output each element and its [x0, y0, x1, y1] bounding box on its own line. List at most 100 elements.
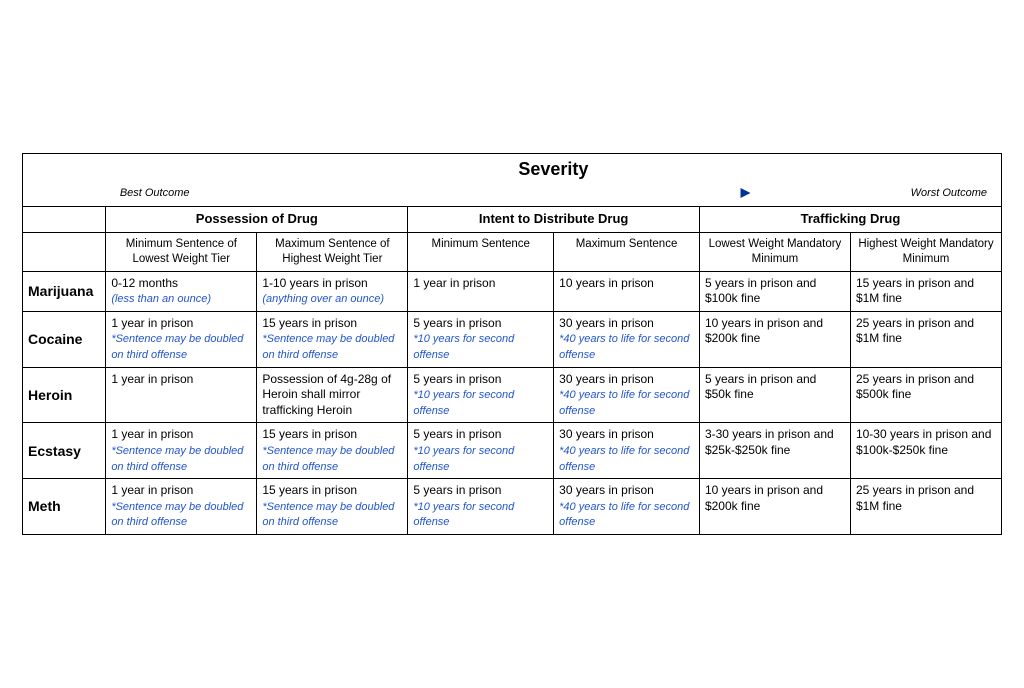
- cell-1-0-main: 1 year in prison: [111, 316, 193, 330]
- cell-0-1-main: 1-10 years in prison: [262, 276, 367, 290]
- col-header-0: Minimum Sentence of Lowest Weight Tier: [106, 232, 257, 271]
- cell-4-3-main: 30 years in prison: [559, 483, 654, 497]
- cell-0-4: 5 years in prison and $100k fine: [699, 271, 850, 311]
- cell-2-4-main: 5 years in prison and $50k fine: [705, 372, 816, 402]
- arrow-line: [198, 187, 903, 199]
- cell-2-5-main: 25 years in prison and $500k fine: [856, 372, 974, 402]
- cell-0-2-main: 1 year in prison: [413, 276, 495, 290]
- cell-2-2: 5 years in prison *10 years for second o…: [408, 367, 554, 423]
- cell-0-1-note: (anything over an ounce): [262, 293, 384, 305]
- cell-0-4-main: 5 years in prison and $100k fine: [705, 276, 816, 306]
- cell-2-1: Possession of 4g-28g of Heroin shall mir…: [257, 367, 408, 423]
- cell-3-2-note: *10 years for second offense: [413, 445, 514, 473]
- col-header-3: Maximum Sentence: [554, 232, 700, 271]
- cell-3-2: 5 years in prison *10 years for second o…: [408, 423, 554, 479]
- cell-4-3: 30 years in prison *40 years to life for…: [554, 479, 700, 535]
- table-row: Marijuana 0-12 months (less than an ounc…: [23, 271, 1002, 311]
- cell-3-4: 3-30 years in prison and $25k-$250k fine: [699, 423, 850, 479]
- cell-4-2: 5 years in prison *10 years for second o…: [408, 479, 554, 535]
- cell-2-4: 5 years in prison and $50k fine: [699, 367, 850, 423]
- drug-label-4: Meth: [23, 479, 106, 535]
- cell-4-5-main: 25 years in prison and $1M fine: [856, 483, 974, 513]
- cell-1-4: 10 years in prison and $200k fine: [699, 311, 850, 367]
- cell-2-2-note: *10 years for second offense: [413, 389, 514, 417]
- drug-label-2: Heroin: [23, 367, 106, 423]
- cell-3-4-main: 3-30 years in prison and $25k-$250k fine: [705, 427, 834, 457]
- cell-2-1-main: Possession of 4g-28g of Heroin shall mir…: [262, 372, 391, 417]
- cell-2-0: 1 year in prison: [106, 367, 257, 423]
- col-header-2: Minimum Sentence: [408, 232, 554, 271]
- drug-label-1: Cocaine: [23, 311, 106, 367]
- cell-1-5: 25 years in prison and $1M fine: [850, 311, 1001, 367]
- table-row: Cocaine 1 year in prison *Sentence may b…: [23, 311, 1002, 367]
- cell-0-1: 1-10 years in prison (anything over an o…: [257, 271, 408, 311]
- cell-2-3-main: 30 years in prison: [559, 372, 654, 386]
- group-header-intent: Intent to Distribute Drug: [408, 206, 700, 232]
- table-row: Ecstasy 1 year in prison *Sentence may b…: [23, 423, 1002, 479]
- cell-4-1: 15 years in prison *Sentence may be doub…: [257, 479, 408, 535]
- cell-4-0-note: *Sentence may be doubled on third offens…: [111, 501, 243, 529]
- col-header-4: Lowest Weight Mandatory Minimum: [699, 232, 850, 271]
- cell-1-2: 5 years in prison *10 years for second o…: [408, 311, 554, 367]
- cell-0-0: 0-12 months (less than an ounce): [106, 271, 257, 311]
- cell-4-0-main: 1 year in prison: [111, 483, 193, 497]
- cell-3-0-note: *Sentence may be doubled on third offens…: [111, 445, 243, 473]
- cell-0-3: 10 years in prison: [554, 271, 700, 311]
- cell-1-1: 15 years in prison *Sentence may be doub…: [257, 311, 408, 367]
- cell-2-3: 30 years in prison *40 years to life for…: [554, 367, 700, 423]
- cell-3-5-main: 10-30 years in prison and $100k-$250k fi…: [856, 427, 991, 457]
- cell-1-5-main: 25 years in prison and $1M fine: [856, 316, 974, 346]
- cell-4-2-note: *10 years for second offense: [413, 501, 514, 529]
- cell-4-1-note: *Sentence may be doubled on third offens…: [262, 501, 394, 529]
- worst-outcome-label: Worst Outcome: [911, 186, 987, 200]
- col-header-5: Highest Weight Mandatory Minimum: [850, 232, 1001, 271]
- cell-1-1-note: *Sentence may be doubled on third offens…: [262, 333, 394, 361]
- cell-1-4-main: 10 years in prison and $200k fine: [705, 316, 823, 346]
- col-header-1: Maximum Sentence of Highest Weight Tier: [257, 232, 408, 271]
- arrow-svg: [198, 186, 903, 200]
- cell-1-0-note: *Sentence may be doubled on third offens…: [111, 333, 243, 361]
- corner-cell: [23, 154, 106, 207]
- cell-4-1-main: 15 years in prison: [262, 483, 357, 497]
- cell-2-0-main: 1 year in prison: [111, 372, 193, 386]
- severity-title: Severity: [110, 158, 997, 181]
- cell-3-1: 15 years in prison *Sentence may be doub…: [257, 423, 408, 479]
- table-wrapper: Severity Best Outcome: [22, 153, 1002, 535]
- cell-3-1-note: *Sentence may be doubled on third offens…: [262, 445, 394, 473]
- cell-0-3-main: 10 years in prison: [559, 276, 654, 290]
- cell-1-3: 30 years in prison *40 years to life for…: [554, 311, 700, 367]
- cell-0-2: 1 year in prison: [408, 271, 554, 311]
- cell-3-2-main: 5 years in prison: [413, 427, 501, 441]
- severity-arrow: Best Outcome: [110, 184, 997, 202]
- group-header-possession: Possession of Drug: [106, 206, 408, 232]
- table-row: Meth 1 year in prison *Sentence may be d…: [23, 479, 1002, 535]
- cell-3-3-main: 30 years in prison: [559, 427, 654, 441]
- cell-0-5: 15 years in prison and $1M fine: [850, 271, 1001, 311]
- cell-2-5: 25 years in prison and $500k fine: [850, 367, 1001, 423]
- cell-3-0: 1 year in prison *Sentence may be double…: [106, 423, 257, 479]
- cell-4-3-note: *40 years to life for second offense: [559, 501, 689, 529]
- empty-col-header: [23, 232, 106, 271]
- cell-4-2-main: 5 years in prison: [413, 483, 501, 497]
- best-outcome-label: Best Outcome: [120, 186, 190, 200]
- cell-4-4-main: 10 years in prison and $200k fine: [705, 483, 823, 513]
- cell-1-1-main: 15 years in prison: [262, 316, 357, 330]
- cell-1-3-main: 30 years in prison: [559, 316, 654, 330]
- cell-4-4: 10 years in prison and $200k fine: [699, 479, 850, 535]
- drug-label-3: Ecstasy: [23, 423, 106, 479]
- cell-2-2-main: 5 years in prison: [413, 372, 501, 386]
- cell-3-5: 10-30 years in prison and $100k-$250k fi…: [850, 423, 1001, 479]
- cell-2-3-note: *40 years to life for second offense: [559, 389, 689, 417]
- cell-3-3-note: *40 years to life for second offense: [559, 445, 689, 473]
- table-row: Heroin 1 year in prison Possession of 4g…: [23, 367, 1002, 423]
- empty-header: [23, 206, 106, 232]
- cell-3-3: 30 years in prison *40 years to life for…: [554, 423, 700, 479]
- group-header-trafficking: Trafficking Drug: [699, 206, 1001, 232]
- cell-3-0-main: 1 year in prison: [111, 427, 193, 441]
- cell-4-0: 1 year in prison *Sentence may be double…: [106, 479, 257, 535]
- cell-0-5-main: 15 years in prison and $1M fine: [856, 276, 974, 306]
- cell-4-5: 25 years in prison and $1M fine: [850, 479, 1001, 535]
- cell-1-0: 1 year in prison *Sentence may be double…: [106, 311, 257, 367]
- cell-1-2-note: *10 years for second offense: [413, 333, 514, 361]
- severity-header: Severity Best Outcome: [106, 154, 1002, 207]
